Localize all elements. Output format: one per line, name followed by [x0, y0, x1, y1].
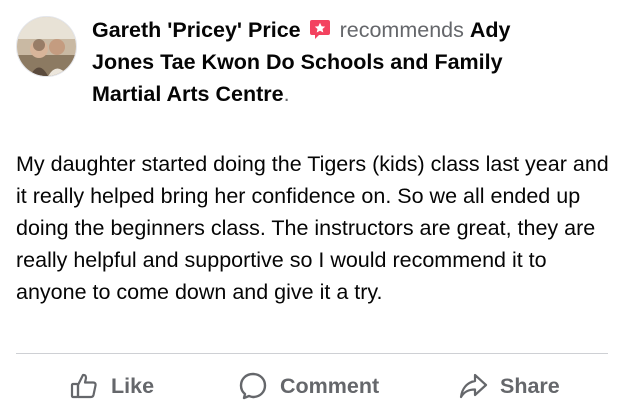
- action-bar: Like Comment Share: [0, 362, 627, 410]
- author-name[interactable]: Gareth 'Pricey' Price: [92, 18, 301, 42]
- share-arrow-icon: [458, 371, 488, 401]
- post-header: Gareth 'Pricey' Price recommends Ady Jon…: [92, 14, 552, 110]
- recommend-star-icon: [309, 17, 331, 39]
- like-label: Like: [111, 373, 155, 398]
- review-post-card: Gareth 'Pricey' Price recommends Ady Jon…: [0, 0, 627, 417]
- share-button[interactable]: Share: [458, 362, 560, 410]
- comment-label: Comment: [280, 373, 380, 398]
- recommends-text: recommends: [339, 18, 464, 42]
- header-period: .: [283, 82, 290, 106]
- comment-button[interactable]: Comment: [238, 362, 379, 410]
- review-text: My daughter started doing the Tigers (ki…: [16, 152, 609, 304]
- thumbs-up-icon: [69, 371, 99, 401]
- like-button[interactable]: Like: [69, 362, 154, 410]
- share-label: Share: [500, 373, 560, 398]
- divider: [16, 353, 608, 354]
- avatar[interactable]: [16, 16, 77, 77]
- comment-bubble-icon: [238, 371, 268, 401]
